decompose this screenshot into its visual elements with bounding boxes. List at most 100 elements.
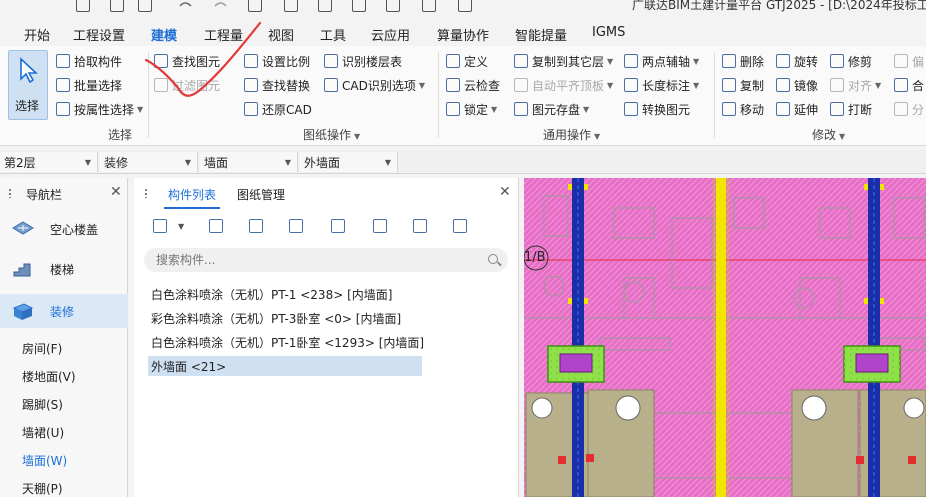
subtype-select[interactable]: 外墙面 ▼ <box>300 152 398 172</box>
component-row[interactable]: 白色涂料喷涂（无机）PT-1卧室 <1293> [内墙面] <box>148 332 430 352</box>
extend-button[interactable]: 延伸 <box>776 99 818 119</box>
filter-list-button[interactable] <box>448 214 472 238</box>
move-button[interactable]: 移动 <box>722 99 764 119</box>
select-by-property-button[interactable]: 按属性选择 ▼ <box>56 99 143 119</box>
delete-component-button[interactable] <box>244 214 268 238</box>
tab-view[interactable]: 视图 <box>268 25 294 44</box>
print-icon[interactable] <box>422 0 436 12</box>
tab-quantities[interactable]: 工程量 <box>204 25 243 44</box>
length-dimension-button[interactable]: 长度标注 ▼ <box>624 75 699 95</box>
settings-icon[interactable] <box>458 0 472 12</box>
floor-select[interactable]: 第2层 ▼ <box>0 152 98 172</box>
nav-sub-ceiling[interactable]: 天棚(P) <box>22 480 63 497</box>
tab-igms[interactable]: IGMS <box>592 25 625 40</box>
trim-button[interactable]: 修剪 <box>830 51 872 71</box>
element-save-button[interactable]: 图元存盘 ▼ <box>514 99 589 119</box>
mirror-label: 镜像 <box>794 78 819 93</box>
layer-icon[interactable] <box>284 0 298 12</box>
tab-smart-extract[interactable]: 智能提量 <box>515 25 567 44</box>
copy-component-button[interactable] <box>204 214 228 238</box>
new-component-button[interactable] <box>148 214 172 238</box>
restore-cad-button[interactable]: 还原CAD <box>244 99 312 119</box>
define-button[interactable]: 定义 <box>446 51 488 71</box>
cad-identify-options-button[interactable]: CAD识别选项 ▼ <box>324 75 425 95</box>
identify-floor-table-button[interactable]: 识别楼层表 <box>324 51 402 71</box>
mirror-button[interactable]: 镜像 <box>776 75 818 95</box>
convert-element-label: 转换图元 <box>642 102 691 117</box>
nav-sub-wall-surface[interactable]: 墙面(W) <box>22 452 67 469</box>
close-icon[interactable]: ✕ <box>499 184 511 200</box>
save-icon <box>331 219 345 233</box>
drag-handle-icon[interactable] <box>144 188 148 198</box>
formula-icon[interactable] <box>248 0 262 12</box>
component-row[interactable]: 白色涂料喷涂（无机）PT-1 <238> [内墙面] <box>148 284 398 304</box>
filter-element-button[interactable]: 过滤图元 <box>154 75 220 95</box>
save-icon[interactable] <box>138 0 152 12</box>
search-input[interactable] <box>156 251 476 269</box>
chevron-down-icon: ▼ <box>418 80 425 90</box>
batch-select-button[interactable]: 批量选择 <box>56 75 122 95</box>
nav-sub-floor-surface[interactable]: 楼地面(V) <box>22 368 76 385</box>
split-button[interactable]: 分 <box>894 99 924 119</box>
nav-sub-wainscot[interactable]: 墙裙(U) <box>22 424 64 441</box>
auto-align-slab-button[interactable]: 自动平齐顶板 ▼ <box>514 75 613 95</box>
copy-to-other-floor-button[interactable]: 复制到其它层 ▼ <box>514 51 613 71</box>
close-icon[interactable]: ✕ <box>110 184 122 200</box>
tab-drawing-management[interactable]: 图纸管理 <box>237 186 285 203</box>
calc-icon[interactable] <box>352 0 366 12</box>
load-component-button[interactable] <box>368 214 392 238</box>
tab-cloud[interactable]: 云应用 <box>371 25 410 44</box>
tab-project-settings[interactable]: 工程设置 <box>73 25 125 44</box>
new-file-icon[interactable] <box>76 0 90 12</box>
offset-button[interactable]: 偏 <box>894 51 924 71</box>
merge-button[interactable]: 合 <box>894 75 924 95</box>
two-point-axis-button[interactable]: 两点辅轴 ▼ <box>624 51 699 71</box>
component-row-selected[interactable]: 外墙面 <21> <box>148 356 422 376</box>
nav-sub-room[interactable]: 房间(F) <box>22 340 62 357</box>
delete-button[interactable]: 删除 <box>722 51 764 71</box>
redo-icon[interactable] <box>212 0 227 12</box>
grid-icon[interactable] <box>318 0 332 12</box>
undo-icon[interactable] <box>176 0 192 12</box>
nav-sub-skirting[interactable]: 踢脚(S) <box>22 396 63 413</box>
pick-component-button[interactable]: 拾取构件 <box>56 51 122 71</box>
find-element-button[interactable]: 查找图元 <box>154 51 220 71</box>
set-scale-button[interactable]: 设置比例 <box>244 51 310 71</box>
decoration-icon <box>12 303 34 320</box>
drawing-canvas[interactable]: 1/B <box>524 178 926 497</box>
copy-button[interactable]: 复制 <box>722 75 764 95</box>
open-file-icon[interactable] <box>110 0 124 12</box>
lock-button[interactable]: 锁定 ▼ <box>446 99 497 119</box>
copy-to-other-floor-label: 复制到其它层 <box>532 54 605 69</box>
find-replace-button[interactable]: 查找替换 <box>244 75 310 95</box>
convert-icon <box>624 102 638 116</box>
trim-icon <box>830 54 844 68</box>
tab-collaboration[interactable]: 算量协作 <box>437 25 489 44</box>
tab-modeling[interactable]: 建模 <box>151 25 178 48</box>
report-icon[interactable] <box>386 0 400 12</box>
cloud-check-button[interactable]: 云检查 <box>446 75 500 95</box>
properties-button[interactable] <box>408 214 432 238</box>
search-icon[interactable] <box>488 254 498 264</box>
convert-element-button[interactable]: 转换图元 <box>624 99 690 119</box>
tab-component-list[interactable]: 构件列表 <box>163 186 221 209</box>
category-select[interactable]: 装修 ▼ <box>100 152 198 172</box>
nav-item-stairs[interactable]: 楼梯 <box>0 252 128 286</box>
save-component-button[interactable] <box>326 214 350 238</box>
select-button[interactable]: 选择 <box>8 50 48 120</box>
nav-item-hollow-floor[interactable]: 空心楼盖 <box>0 212 128 246</box>
type-select[interactable]: 墙面 ▼ <box>200 152 298 172</box>
chevron-down-icon[interactable]: ▼ <box>178 222 184 231</box>
break-button[interactable]: 打断 <box>830 99 872 119</box>
tab-start[interactable]: 开始 <box>24 25 50 44</box>
layer-copy-button[interactable] <box>284 214 308 238</box>
tab-tools[interactable]: 工具 <box>320 25 346 44</box>
component-row[interactable]: 彩色涂料喷涂（无机）PT-3卧室 <0> [内墙面] <box>148 308 407 328</box>
align-button[interactable]: 对齐 ▼ <box>830 75 881 95</box>
nav-item-decoration[interactable]: 装修 <box>0 294 128 328</box>
hollow-floor-icon <box>12 221 34 235</box>
rotate-button[interactable]: 旋转 <box>776 51 818 71</box>
two-point-axis-label: 两点辅轴 <box>642 54 691 69</box>
identify-floor-table-label: 识别楼层表 <box>342 54 403 69</box>
drag-handle-icon[interactable] <box>8 188 12 198</box>
